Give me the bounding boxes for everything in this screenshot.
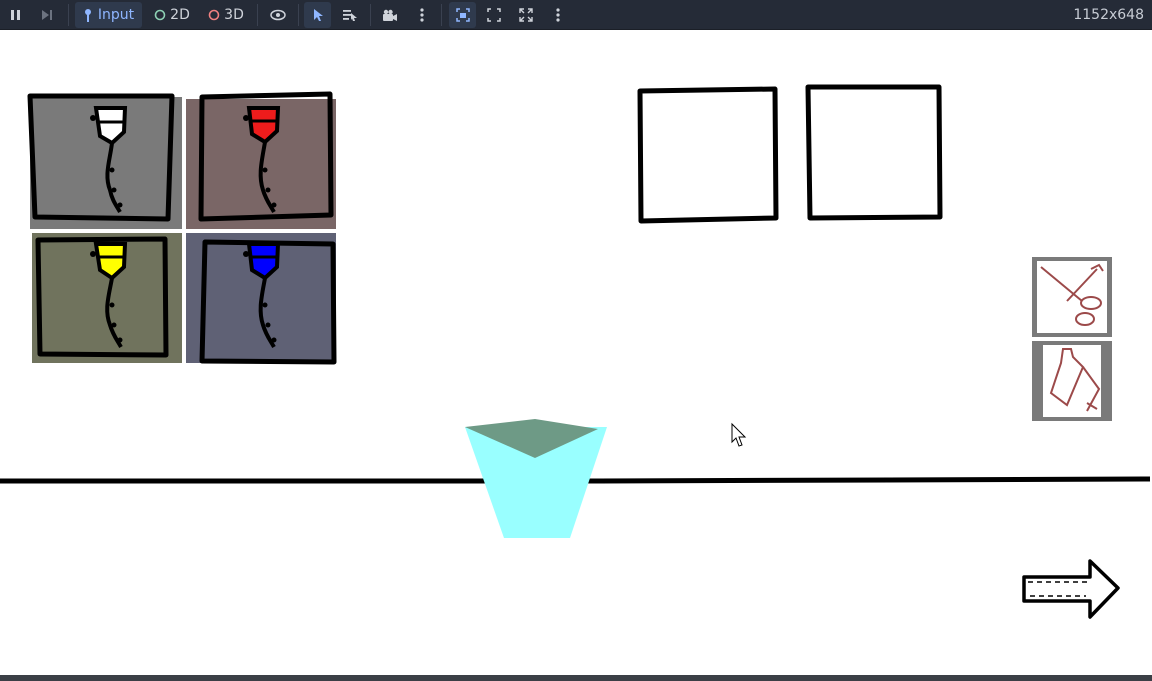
window-options-button[interactable] [548,2,568,28]
camera-icon [383,9,397,21]
embed-window-button[interactable] [449,2,476,28]
step-frame-button[interactable] [37,2,57,28]
scene-canvas [0,84,1151,619]
empty-slot-1[interactable] [637,86,779,224]
eye-icon [270,9,286,21]
bottle-tool-frame [1043,345,1101,417]
camera-override-button[interactable] [377,2,403,28]
visibility-button[interactable] [266,2,290,28]
fit-window-button[interactable] [482,2,506,28]
kebab-menu-icon [556,8,560,22]
select-tool-button[interactable] [304,2,331,28]
more-options-button[interactable] [412,2,432,28]
input-mode-button[interactable]: Input [75,2,142,28]
circle-2d-icon [154,9,166,21]
expand-icon [519,8,533,22]
mouse-cursor-icon [731,422,747,447]
editor-toolbar: Input 2D 3D 1152x648 [0,0,1152,30]
pause-icon [11,10,20,20]
bottom-panel-edge [0,675,1152,681]
bottle-tool[interactable] [1032,341,1112,421]
arrow-right-icon[interactable] [1022,559,1120,619]
scissors-tool-frame [1037,261,1107,333]
circle-3d-icon [208,9,220,21]
pointer-hand-icon [84,9,91,22]
cursor-arrow-icon [313,9,323,21]
embed-window-icon [455,8,470,22]
game-viewport[interactable] [0,31,1152,675]
pause-button[interactable] [6,2,26,28]
scissors-tool[interactable] [1032,257,1112,337]
mode-2d-label: 2D [170,7,190,23]
mode-3d-label: 3D [224,7,244,23]
fullscreen-button[interactable] [514,2,538,28]
kebab-menu-icon [420,8,424,22]
mode-3d-button[interactable]: 3D [204,2,248,28]
list-select-button[interactable] [337,2,363,28]
step-frame-icon [42,10,52,20]
fit-window-icon [487,8,501,22]
input-mode-label: Input [97,7,135,23]
mode-2d-button[interactable]: 2D [150,2,194,28]
empty-slot-2[interactable] [805,84,943,221]
list-select-icon [343,10,357,21]
scissors-icon [1040,263,1104,326]
resolution-label: 1152x648 [1073,7,1144,23]
bottle-icon [1049,348,1101,412]
